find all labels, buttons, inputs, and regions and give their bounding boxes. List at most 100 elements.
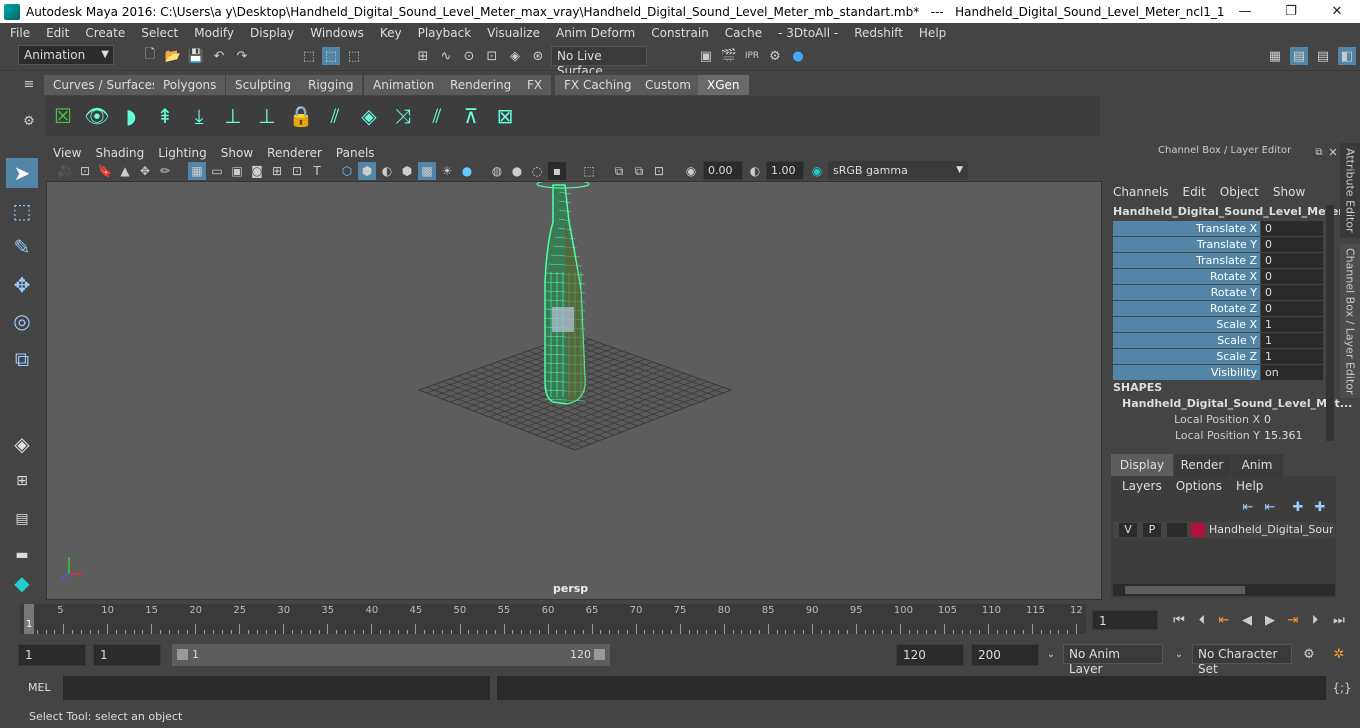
color-management-icon[interactable]: ◉: [808, 162, 826, 180]
animation-end-field[interactable]: 200: [971, 644, 1039, 666]
channel-value[interactable]: 1: [1261, 317, 1323, 332]
perspective-viewport[interactable]: persp: [46, 181, 1102, 600]
xray-joints-icon[interactable]: ⧉: [610, 162, 628, 180]
grid-icon[interactable]: ▦: [188, 162, 206, 180]
xgen-convert-icon[interactable]: ⊼: [456, 100, 486, 132]
motion-blur-icon[interactable]: ◍: [488, 162, 506, 180]
channel-label[interactable]: Rotate X: [1113, 269, 1260, 284]
snap-grid-icon[interactable]: ⊞: [414, 47, 432, 65]
image-plane-icon[interactable]: ▲: [116, 162, 134, 180]
menu-select[interactable]: Select: [133, 26, 186, 40]
range-start-handle[interactable]: [177, 649, 188, 660]
exposure-icon[interactable]: ◉: [682, 162, 700, 180]
menu-visualize[interactable]: Visualize: [479, 26, 548, 40]
playback-end-field[interactable]: 120: [896, 644, 964, 666]
outliner-layout-icon[interactable]: ▤: [6, 504, 38, 534]
menu-display[interactable]: Display: [242, 26, 302, 40]
channel-value[interactable]: 0: [1261, 301, 1323, 316]
xgen-add-point-icon[interactable]: ⊥: [218, 100, 248, 132]
select-by-object-icon[interactable]: ⬚: [322, 47, 340, 65]
toggle-tool-settings-icon[interactable]: ▤: [1314, 47, 1332, 65]
range-end-handle[interactable]: [594, 649, 605, 660]
move-layer-down-icon[interactable]: ⇤: [1261, 498, 1279, 516]
layout-toggle-icon[interactable]: ▬: [6, 540, 38, 570]
command-input[interactable]: [63, 676, 490, 700]
attribute-editor-tab[interactable]: Attribute Editor: [1340, 143, 1360, 238]
channel-label[interactable]: Visibility: [1113, 365, 1260, 380]
current-time-indicator[interactable]: 1: [24, 604, 34, 634]
go-to-start-icon[interactable]: ⏮: [1170, 611, 1188, 629]
depth-of-field-icon[interactable]: ◌: [528, 162, 546, 180]
mel-label[interactable]: MEL: [28, 681, 51, 694]
shelf-tab-xgen[interactable]: XGen: [698, 75, 750, 95]
xgen-editor-icon[interactable]: ☒: [48, 100, 78, 132]
new-layer-selected-icon[interactable]: ✚: [1311, 498, 1329, 516]
ipr-render-icon[interactable]: IPR: [743, 47, 761, 65]
channel-value[interactable]: 0: [1261, 269, 1323, 284]
render-frame-icon[interactable]: 🎬: [720, 47, 738, 65]
time-slider[interactable]: 5 10 15 20 25 30 35 40 45 50 55 60 65 70 75 80 85 90 95 100…: [20, 604, 1086, 634]
maya-home-icon[interactable]: ◆: [6, 568, 38, 598]
channel-row[interactable]: Scale X1: [1113, 317, 1323, 332]
snap-point-icon[interactable]: ⊙: [460, 47, 478, 65]
redo-icon[interactable]: ↷: [233, 47, 251, 65]
channel-label[interactable]: Translate X: [1113, 221, 1260, 236]
toggle-modeling-toolkit-icon[interactable]: ◧: [1338, 47, 1356, 65]
menu-constrain[interactable]: Constrain: [643, 26, 717, 40]
resolution-gate-icon[interactable]: ▣: [228, 162, 246, 180]
xgen-place-guide-icon[interactable]: ⤓: [184, 100, 214, 132]
channel-label[interactable]: Scale Z: [1113, 349, 1260, 364]
save-scene-icon[interactable]: 💾: [187, 47, 205, 65]
current-frame-field[interactable]: 1: [1092, 610, 1158, 630]
channel-label[interactable]: Scale Y: [1113, 333, 1260, 348]
shelf-tab-fx[interactable]: FX: [518, 75, 553, 95]
viewport-menu-renderer[interactable]: Renderer: [260, 146, 329, 160]
viewport-menu-lighting[interactable]: Lighting: [151, 146, 214, 160]
grease-pencil-icon[interactable]: ✏: [156, 162, 174, 180]
xgen-groom-icon[interactable]: ⫽: [422, 100, 452, 132]
character-set-dropdown[interactable]: No Character Set: [1192, 644, 1292, 676]
viewport-menu-panels[interactable]: Panels: [329, 146, 382, 160]
channel-row[interactable]: Rotate Z0: [1113, 301, 1323, 316]
safe-title-icon[interactable]: T: [308, 162, 326, 180]
xgen-lock-length-icon[interactable]: 🔒: [286, 100, 316, 132]
select-by-component-icon[interactable]: ⬚: [345, 47, 363, 65]
options-menu[interactable]: Options: [1176, 479, 1222, 493]
viewport-menu-view[interactable]: View: [46, 146, 88, 160]
snap-view-plane-icon[interactable]: ◈: [506, 47, 524, 65]
xgen-bake-icon[interactable]: ⤨: [388, 100, 418, 132]
menu-3dtoall[interactable]: - 3DtoAll -: [770, 26, 846, 40]
field-chart-icon[interactable]: ⊞: [268, 162, 286, 180]
smooth-shade-icon[interactable]: ⬢: [358, 162, 376, 180]
step-back-key-icon[interactable]: ⇤: [1215, 611, 1233, 629]
layer-row[interactable]: V P Handheld_Digital_Sound: [1113, 522, 1335, 538]
new-layer-icon[interactable]: ✚: [1289, 498, 1307, 516]
xgen-create-description-icon[interactable]: ◗: [116, 100, 146, 132]
exposure-field[interactable]: 0.00: [703, 161, 743, 180]
show-menu[interactable]: Show: [1273, 185, 1305, 199]
color-space-dropdown[interactable]: sRGB gamma ▼: [828, 161, 968, 180]
channel-value[interactable]: 0: [1261, 221, 1323, 236]
channels-menu[interactable]: Channels: [1113, 185, 1169, 199]
ambient-occlusion-icon[interactable]: ●: [458, 162, 476, 180]
menu-edit[interactable]: Edit: [38, 26, 77, 40]
toggle-channel-box-icon[interactable]: ▤: [1290, 47, 1308, 65]
play-forwards-icon[interactable]: ▶: [1261, 611, 1279, 629]
channel-label[interactable]: Rotate Z: [1113, 301, 1260, 316]
open-scene-icon[interactable]: 📂: [164, 47, 182, 65]
channel-label[interactable]: Translate Y: [1113, 237, 1260, 252]
snap-curve-icon[interactable]: ∿: [437, 47, 455, 65]
playback-start-field[interactable]: 1: [93, 644, 161, 666]
step-back-frame-icon[interactable]: ⏴: [1193, 611, 1211, 629]
menu-redshift[interactable]: Redshift: [846, 26, 911, 40]
menu-key[interactable]: Key: [372, 26, 410, 40]
menu-create[interactable]: Create: [77, 26, 133, 40]
film-gate-icon[interactable]: ▭: [208, 162, 226, 180]
anim-layer-dropdown[interactable]: No Anim Layer: [1063, 644, 1163, 676]
layer-color-swatch[interactable]: [1191, 523, 1205, 537]
shelf-tab-animation[interactable]: Animation: [364, 75, 445, 95]
channel-label[interactable]: Rotate Y: [1113, 285, 1260, 300]
chevron-down-icon[interactable]: ⌄: [1170, 645, 1188, 663]
animation-start-field[interactable]: 1: [18, 644, 86, 666]
render-view-icon[interactable]: ▣: [697, 47, 715, 65]
